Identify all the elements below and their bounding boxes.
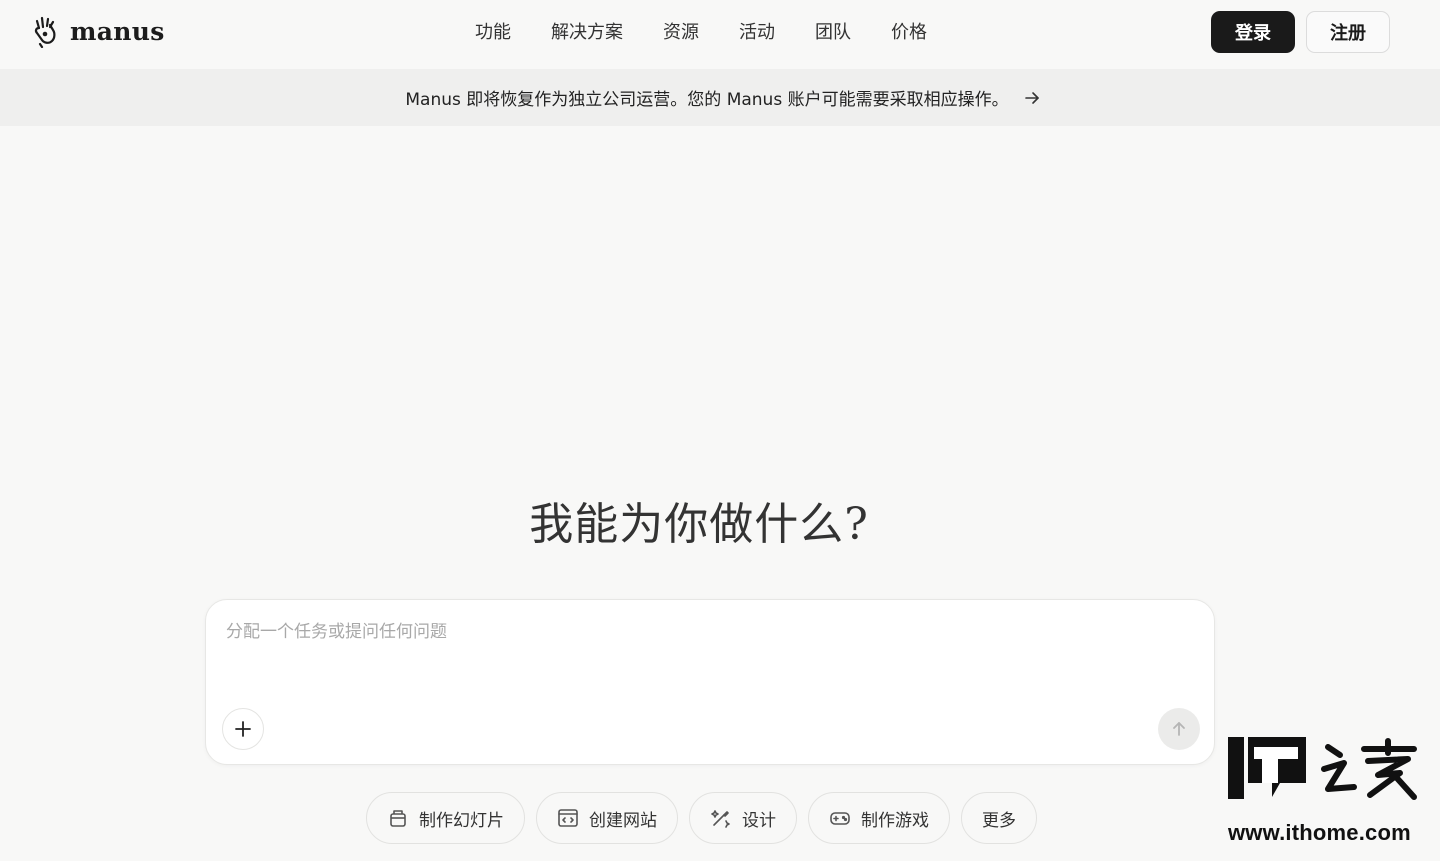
gamepad-icon (830, 812, 850, 825)
manus-hand-icon (34, 16, 56, 48)
chip-label: 更多 (982, 810, 1016, 831)
nav-item-features[interactable]: 功能 (475, 20, 511, 46)
brand-logo[interactable]: manus (30, 14, 165, 48)
task-input[interactable] (226, 618, 1186, 646)
chip-label: 设计 (742, 810, 776, 831)
login-button[interactable]: 登录 (1211, 11, 1295, 53)
chip-label: 创建网站 (589, 810, 657, 831)
signup-button[interactable]: 注册 (1306, 11, 1390, 53)
chip-label: 制作游戏 (861, 810, 929, 831)
chip-design[interactable]: 设计 (689, 792, 797, 844)
website-icon (558, 809, 578, 827)
hero-title: 我能为你做什么? (529, 499, 869, 550)
arrow-up-icon (1173, 722, 1185, 736)
attach-button[interactable] (222, 708, 264, 750)
top-header: manus 功能 解决方案 资源 活动 团队 价格 登录 注册 (0, 0, 1440, 68)
slides-icon (390, 810, 406, 827)
brand-name: manus (70, 16, 165, 46)
chip-create-website[interactable]: 创建网站 (536, 792, 678, 844)
chip-label: 制作幻灯片 (419, 810, 504, 831)
nav-item-events[interactable]: 活动 (739, 20, 775, 46)
nav-item-team[interactable]: 团队 (815, 20, 851, 46)
announcement-banner[interactable]: Manus 即将恢复作为独立公司运营。您的 Manus 账户可能需要采取相应操作… (0, 69, 1440, 126)
send-button[interactable] (1158, 708, 1200, 750)
nav-item-pricing[interactable]: 价格 (891, 20, 927, 46)
banner-text: Manus 即将恢复作为独立公司运营。您的 Manus 账户可能需要采取相应操作… (405, 90, 1009, 110)
main-nav: 功能 解决方案 资源 活动 团队 价格 (475, 20, 967, 46)
suggestion-chips: 制作幻灯片 创建网站 设计 制作游戏 更多 (366, 792, 1048, 844)
nav-item-resources[interactable]: 资源 (663, 20, 699, 46)
plus-icon (235, 721, 251, 737)
arrow-right-icon (1024, 91, 1039, 104)
watermark-url: www.ithome.com (1228, 820, 1411, 845)
chip-make-slides[interactable]: 制作幻灯片 (366, 792, 525, 844)
chip-make-game[interactable]: 制作游戏 (808, 792, 950, 844)
design-icon (711, 810, 730, 828)
nav-item-solutions[interactable]: 解决方案 (551, 20, 623, 46)
task-composer (205, 599, 1215, 765)
chip-more[interactable]: 更多 (961, 792, 1037, 844)
